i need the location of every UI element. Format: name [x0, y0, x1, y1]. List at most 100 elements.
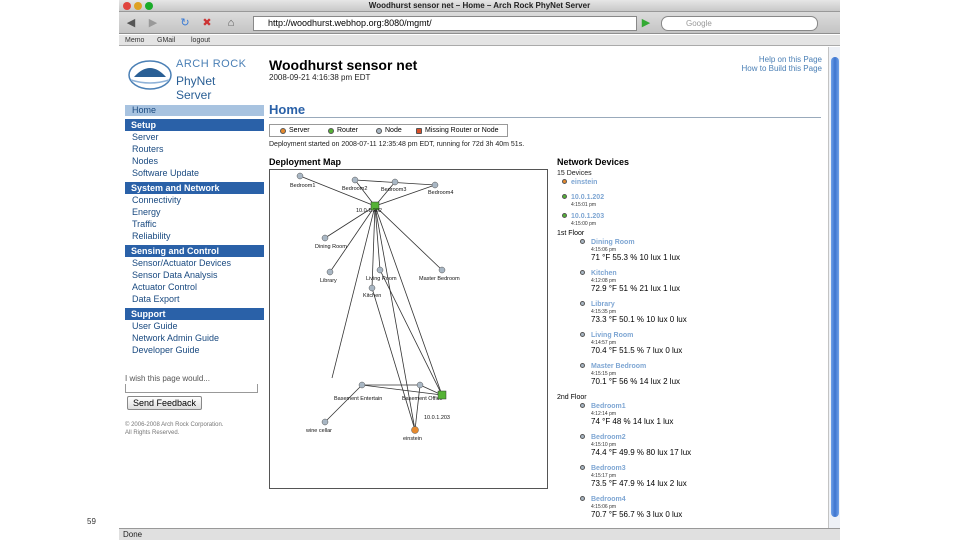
- map-canvas[interactable]: Bedroom1 Bedroom2 Bedroom3 Bedroom4 10.0…: [269, 169, 548, 489]
- stop-icon[interactable]: ✖: [199, 15, 215, 31]
- home-icon[interactable]: ⌂: [223, 15, 239, 31]
- sensor-item[interactable]: Bedroom3: [557, 464, 827, 473]
- scrollbar-thumb[interactable]: [831, 57, 839, 517]
- map-label: Bedroom4: [428, 190, 453, 196]
- nav-section-setup[interactable]: Setup: [125, 119, 264, 131]
- sensor-item[interactable]: Living Room: [557, 331, 827, 340]
- legend-label: Server: [289, 127, 310, 134]
- search-field[interactable]: Google: [661, 16, 818, 31]
- nav-item-actuator-control[interactable]: Actuator Control: [125, 281, 264, 293]
- go-icon[interactable]: ▶: [639, 15, 653, 31]
- node-kitchen[interactable]: [368, 284, 376, 292]
- site-title: Woodhurst sensor net: [269, 57, 418, 73]
- node-bedroom2[interactable]: [351, 176, 359, 184]
- node-bedroom3[interactable]: [391, 178, 399, 186]
- sensor-name: Library: [591, 301, 615, 308]
- sensor-name: Kitchen: [591, 270, 617, 277]
- network-devices-title: Network Devices: [557, 157, 630, 167]
- node-dot-icon: [580, 239, 585, 244]
- url-field[interactable]: http://woodhurst.webhop.org:8080/mgmt/: [253, 16, 637, 31]
- sensor-values: 71 °F 55.3 % 10 lux 1 lux: [591, 253, 681, 262]
- node-master-bedroom[interactable]: [438, 266, 446, 274]
- send-feedback-button[interactable]: Send Feedback: [127, 396, 203, 410]
- bookmark-memo[interactable]: Memo: [125, 35, 144, 46]
- node-basement-entertain[interactable]: [358, 381, 366, 389]
- nav-item-developer-guide[interactable]: Developer Guide: [125, 344, 264, 356]
- sensor-item[interactable]: Bedroom2: [557, 433, 827, 442]
- node-wine-cellar[interactable]: [321, 418, 329, 426]
- nav-item-routers[interactable]: Routers: [125, 143, 264, 155]
- window-title: Woodhurst sensor net – Home – Arch Rock …: [368, 1, 591, 10]
- nav-item-server[interactable]: Server: [125, 131, 264, 143]
- router-node-2[interactable]: [437, 390, 447, 400]
- title-bar: Woodhurst sensor net – Home – Arch Rock …: [119, 0, 840, 12]
- nav-item-data-export[interactable]: Data Export: [125, 293, 264, 305]
- help-link[interactable]: Help on this Page: [759, 55, 822, 64]
- nav-item-energy[interactable]: Energy: [125, 206, 264, 218]
- sensor-item[interactable]: Bedroom4: [557, 495, 827, 504]
- bookmark-logout[interactable]: logout: [191, 35, 210, 46]
- sensor-name: Bedroom3: [591, 465, 626, 472]
- map-label: Library: [320, 278, 337, 284]
- legend-label: Missing Router or Node: [425, 127, 499, 134]
- node-dot-icon: [580, 465, 585, 470]
- bookmark-gmail[interactable]: GMail: [157, 35, 175, 46]
- nav-item-nodes[interactable]: Nodes: [125, 155, 264, 167]
- how-to-build-link[interactable]: How to Build this Page: [742, 64, 823, 73]
- node-basement-office[interactable]: [416, 381, 424, 389]
- gateway-item[interactable]: 10.0.1.203: [557, 212, 827, 221]
- back-icon[interactable]: ◀: [123, 15, 139, 31]
- nav-item-sensor-analysis[interactable]: Sensor Data Analysis: [125, 269, 264, 281]
- gateway-item[interactable]: einstein: [557, 178, 827, 187]
- node-dot-icon: [580, 363, 585, 368]
- sensor-values: 73.3 °F 50.1 % 10 lux 0 lux: [591, 315, 687, 324]
- node-bedroom1[interactable]: [296, 172, 304, 180]
- nav-section-sensing-control[interactable]: Sensing and Control: [125, 245, 264, 257]
- copyright-line: All Rights Reserved.: [125, 430, 180, 436]
- nav-item-traffic[interactable]: Traffic: [125, 218, 264, 230]
- node-dot-icon: [376, 127, 382, 134]
- vertical-scrollbar[interactable]: [828, 47, 840, 528]
- copyright-line: © 2006-2008 Arch Rock Corporation.: [125, 422, 224, 428]
- arch-rock-logo: ARCH ROCK PhyNet Server: [126, 52, 252, 102]
- forward-icon[interactable]: ▶: [145, 15, 161, 31]
- nav-section-support[interactable]: Support: [125, 308, 264, 320]
- gateway-name: einstein: [571, 179, 598, 186]
- node-bedroom4[interactable]: [431, 181, 439, 189]
- sensor-name: Bedroom1: [591, 403, 626, 410]
- node-dot-icon: [580, 301, 585, 306]
- sensor-item[interactable]: Kitchen: [557, 269, 827, 278]
- sensor-values: 70.1 °F 56 % 14 lux 2 lux: [591, 377, 681, 386]
- sensor-item[interactable]: Master Bedroom: [557, 362, 827, 371]
- gateway-item[interactable]: 10.0.1.202: [557, 193, 827, 202]
- nav-item-connectivity[interactable]: Connectivity: [125, 194, 264, 206]
- node-library[interactable]: [326, 268, 334, 276]
- sensor-values: 70.7 °F 56.7 % 3 lux 0 lux: [591, 510, 683, 519]
- main-title: Home: [269, 102, 306, 117]
- nav-section-system-network[interactable]: System and Network: [125, 182, 264, 194]
- slide-number: 59: [87, 517, 96, 526]
- nav-home[interactable]: Home: [125, 105, 264, 116]
- node-living-room[interactable]: [376, 266, 384, 274]
- nav-item-software-update[interactable]: Software Update: [125, 167, 264, 179]
- nav-item-sensor-devices[interactable]: Sensor/Actuator Devices: [125, 257, 264, 269]
- sensor-item[interactable]: Bedroom1: [557, 402, 827, 411]
- network-devices-list: 15 Devices einstein 10.0.1.202 4:15:01 p…: [557, 169, 827, 526]
- node-dining-room[interactable]: [321, 234, 329, 242]
- sensor-values: 74 °F 48 % 14 lux 1 lux: [591, 417, 674, 426]
- deployment-info: Deployment started on 2008-07-11 12:35:4…: [269, 141, 525, 148]
- sensor-item[interactable]: Dining Room: [557, 238, 827, 247]
- sensor-item[interactable]: Library: [557, 300, 827, 309]
- server-einstein[interactable]: [411, 426, 419, 434]
- logo-mark-icon: [128, 60, 172, 90]
- nav-item-user-guide[interactable]: User Guide: [125, 320, 264, 332]
- legend-missing: Missing Router or Node: [416, 125, 499, 136]
- feedback-input[interactable]: [125, 384, 258, 393]
- floor-heading: 1st Floor: [557, 230, 585, 237]
- nav-item-reliability[interactable]: Reliability: [125, 230, 264, 242]
- reload-icon[interactable]: ↻: [177, 15, 193, 31]
- nav-item-network-admin-guide[interactable]: Network Admin Guide: [125, 332, 264, 344]
- sensor-name: Bedroom2: [591, 434, 626, 441]
- map-legend: Server Router Node Missing Router or Nod…: [269, 124, 508, 137]
- link: [329, 205, 376, 273]
